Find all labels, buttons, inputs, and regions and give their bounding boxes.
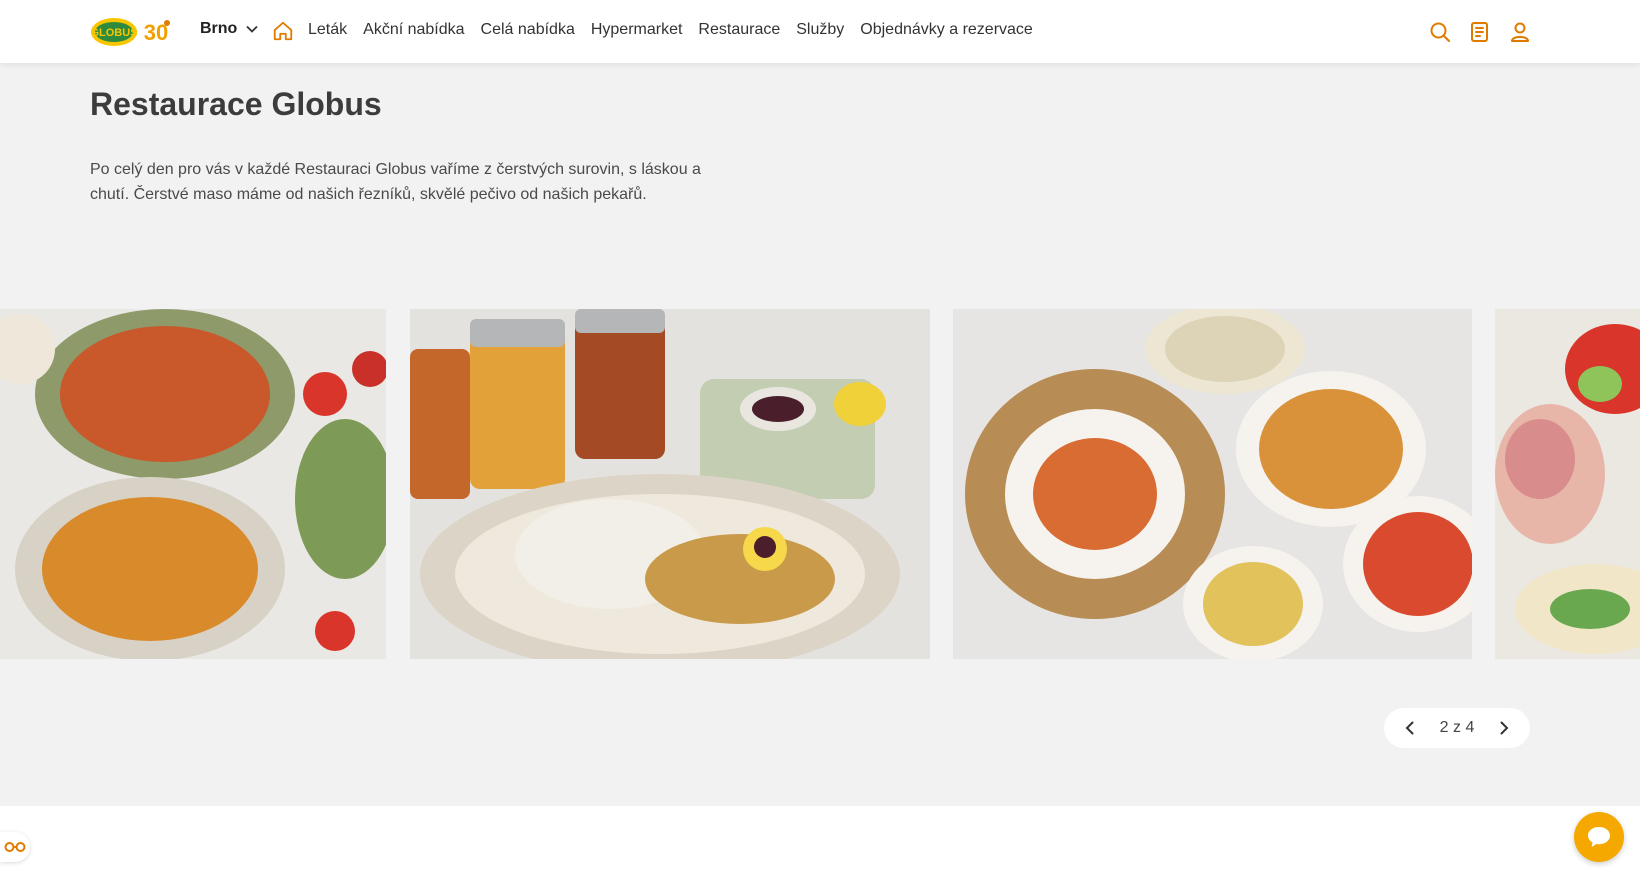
carousel-page-indicator: 2 z 4 [1439, 719, 1475, 736]
nav-item-cela-nabidka[interactable]: Celá nabídka [481, 21, 575, 39]
carousel-slide-sandwiches[interactable] [1495, 309, 1640, 659]
soups-image [953, 309, 1472, 659]
chat-button[interactable] [1574, 812, 1624, 862]
chevron-down-icon [246, 25, 258, 33]
sandwiches-image [1495, 309, 1640, 659]
nav-item-letak[interactable]: Leták [308, 21, 347, 39]
top-header: GLOBUS 30 Brno Leták Akční nabídka Celá … [0, 0, 1640, 63]
carousel-slide-pasta[interactable] [0, 309, 386, 659]
chat-bubble-icon [1588, 827, 1610, 847]
page-description: Po celý den pro vás v každé Restauraci G… [90, 161, 701, 203]
carousel-pager: 2 z 4 [1384, 708, 1530, 748]
svickova-image [410, 309, 930, 659]
nav-item-restaurace[interactable]: Restaurace [698, 21, 780, 39]
svg-text:GLOBUS: GLOBUS [90, 27, 137, 39]
carousel-slide-soups[interactable] [953, 309, 1472, 659]
globus-logo[interactable]: GLOBUS 30 [90, 14, 176, 50]
chevron-right-icon[interactable] [1496, 720, 1512, 736]
nav-item-hypermarket[interactable]: Hypermarket [591, 21, 683, 39]
search-icon[interactable] [1428, 20, 1452, 44]
footer-band [0, 806, 1640, 871]
nav-item-akcni-nabidka[interactable]: Akční nabídka [363, 21, 464, 39]
nav-item-objednavky[interactable]: Objednávky a rezervace [860, 21, 1033, 39]
main-navigation: Leták Akční nabídka Celá nabídka Hyperma… [308, 21, 1033, 39]
chevron-left-icon[interactable] [1402, 720, 1418, 736]
home-icon[interactable] [272, 20, 294, 42]
shopping-list-icon[interactable] [1468, 20, 1492, 44]
carousel-slide-svickova[interactable] [410, 309, 930, 659]
user-icon[interactable] [1508, 20, 1532, 44]
city-selector[interactable]: Brno [200, 20, 259, 38]
accessibility-button[interactable] [0, 832, 30, 862]
pasta-image [0, 309, 386, 659]
nav-item-sluzby[interactable]: Služby [796, 21, 844, 39]
city-label: Brno [200, 20, 238, 37]
glasses-icon [4, 842, 26, 852]
page-title: Restaurace Globus [90, 86, 382, 122]
